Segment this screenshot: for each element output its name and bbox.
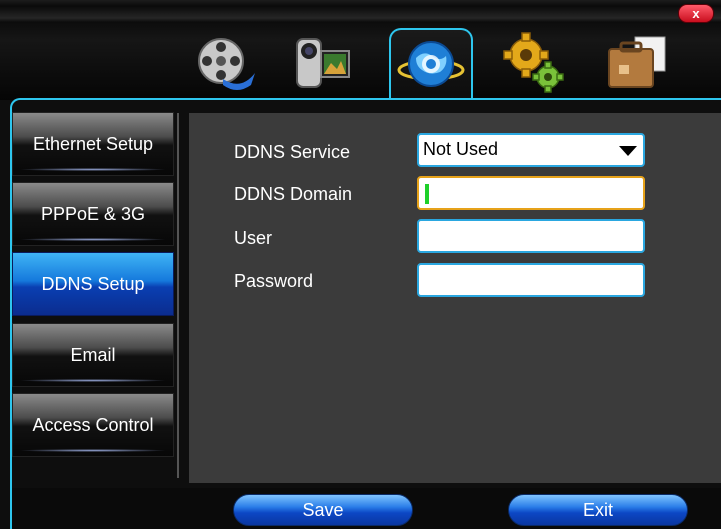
button-highlight bbox=[19, 168, 167, 171]
film-reel-icon bbox=[198, 38, 255, 90]
user-input[interactable] bbox=[417, 219, 645, 253]
user-label: User bbox=[234, 228, 273, 248]
briefcase-icon bbox=[608, 36, 666, 88]
network-settings-window: x Ethernet Setup PPPoE & 3G DDNS Setup E… bbox=[0, 0, 721, 529]
save-button[interactable]: Save bbox=[233, 494, 413, 526]
chevron-down-icon bbox=[619, 146, 637, 156]
exit-button[interactable]: Exit bbox=[508, 494, 688, 526]
tab-network[interactable] bbox=[389, 28, 473, 100]
ddns-domain-input[interactable] bbox=[417, 176, 645, 210]
text-cursor bbox=[425, 184, 429, 204]
gears-icon bbox=[503, 32, 564, 93]
ddns-service-label: DDNS Service bbox=[234, 142, 351, 162]
sidebar: Ethernet Setup PPPoE & 3G DDNS Setup Ema… bbox=[12, 110, 176, 492]
tab-camera[interactable] bbox=[288, 30, 358, 96]
sidebar-item-label: PPPoE & 3G bbox=[40, 203, 146, 224]
tab-system[interactable] bbox=[500, 30, 570, 96]
tab-playback[interactable] bbox=[190, 30, 260, 96]
sidebar-item-access-control[interactable]: Access Control bbox=[12, 393, 174, 457]
sidebar-item-email[interactable]: Email bbox=[12, 323, 174, 387]
sidebar-item-pppoe-3g[interactable]: PPPoE & 3G bbox=[12, 182, 174, 246]
ddns-domain-label: DDNS Domain bbox=[234, 184, 353, 204]
sidebar-item-ddns-setup[interactable]: DDNS Setup bbox=[12, 252, 174, 316]
sidebar-item-label: DDNS Setup bbox=[41, 273, 145, 294]
button-highlight bbox=[19, 449, 167, 452]
close-button[interactable]: x bbox=[678, 4, 714, 23]
sidebar-scrollbar[interactable] bbox=[177, 113, 179, 478]
password-input[interactable] bbox=[417, 263, 645, 297]
video-camera-icon bbox=[296, 38, 350, 88]
ddns-service-select[interactable]: Not Used bbox=[417, 133, 645, 167]
ddns-settings-panel bbox=[189, 113, 721, 483]
sidebar-item-label: Access Control bbox=[32, 414, 154, 435]
sidebar-item-ethernet-setup[interactable]: Ethernet Setup bbox=[12, 112, 174, 176]
tab-info[interactable] bbox=[603, 30, 673, 96]
password-label: Password bbox=[234, 271, 314, 291]
globe-network-icon bbox=[397, 41, 465, 87]
ddns-service-value: Not Used bbox=[423, 139, 499, 159]
button-highlight bbox=[19, 238, 167, 241]
button-highlight bbox=[19, 379, 167, 382]
sidebar-item-label: Email bbox=[70, 344, 116, 365]
sidebar-item-label: Ethernet Setup bbox=[32, 133, 154, 154]
